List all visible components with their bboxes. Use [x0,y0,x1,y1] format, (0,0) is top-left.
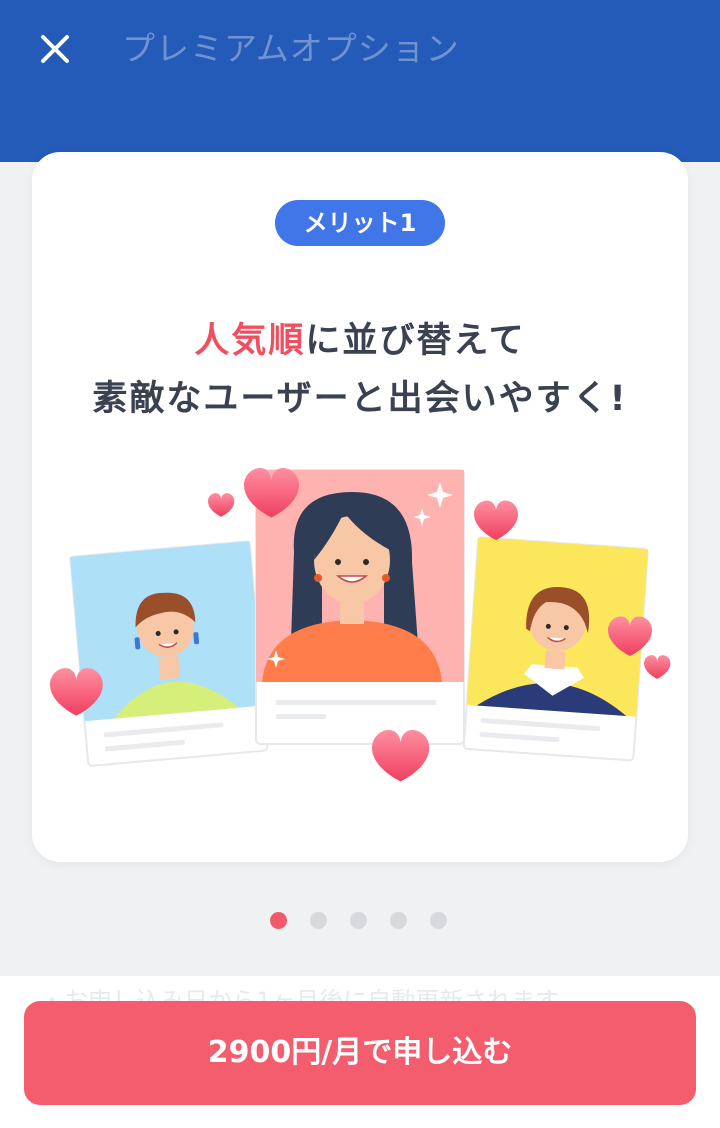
app-header: プレミアムオプション [0,0,720,162]
profile-card-left [69,540,269,767]
close-icon [41,35,69,63]
pagination-dot-5[interactable] [430,911,447,929]
subscribe-button[interactable]: 2900円/月で申し込む [24,1001,696,1105]
page-title: プレミアムオプション [122,29,460,68]
profile-card-center [255,469,465,745]
pagination-dot-4[interactable] [390,911,407,929]
pagination-dot-1[interactable] [270,911,287,929]
benefit-card: メリット1 人気順に並び替えて 素敵なユーザーと出会いやすく! [32,152,688,862]
pagination-dot-2[interactable] [310,911,327,929]
pagination-dot-3[interactable] [350,911,367,929]
close-button[interactable] [32,26,78,72]
profile-cards-illustration [50,468,671,782]
pagination-dots [270,910,447,930]
